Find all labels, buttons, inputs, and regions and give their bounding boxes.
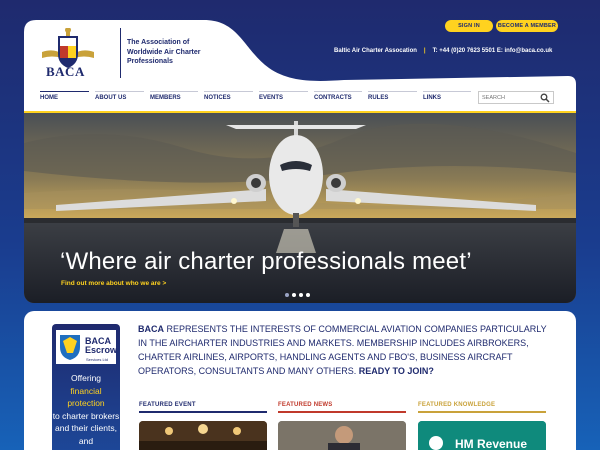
escrow-subtitle: Services Ltd: [86, 357, 109, 362]
featured-news-heading: FEATURED NEWS: [278, 402, 333, 408]
email-link[interactable]: E: info@baca.co.uk: [497, 48, 553, 54]
intro-text: BACA represents the interests of commerc…: [138, 322, 548, 378]
org-name: Baltic Air Charter Assocation: [334, 48, 417, 54]
event-hall-image: [139, 421, 267, 450]
nav-item-rules[interactable]: RULES: [368, 91, 417, 105]
slide-dot[interactable]: [306, 293, 310, 297]
featured-event-rule: [139, 411, 267, 413]
separator: |: [423, 48, 426, 54]
intro-body: represents the interests of commercial a…: [138, 324, 547, 376]
escrow-logo: BACA Escrow Services Ltd: [56, 330, 118, 364]
featured-news-image[interactable]: [278, 421, 406, 450]
escrow-promo-card[interactable]: BACA Escrow Services Ltd Offering financ…: [52, 324, 120, 450]
slide-indicators: [285, 293, 310, 297]
featured-knowledge-heading: FEATURED KNOWLEDGE: [418, 402, 496, 408]
escrow-text-highlight: financial protection: [67, 385, 105, 409]
hero-banner: ‘Where air charter professionals meet’ F…: [24, 111, 576, 303]
contact-info: Baltic Air Charter Assocation | T: +44 (0)…: [334, 48, 552, 54]
hero-about-link[interactable]: Find out more about who we are >: [61, 280, 166, 287]
logo-wordmark: BACA: [46, 64, 85, 79]
intro-lead: BACA: [138, 324, 164, 334]
nav-item-members[interactable]: MEMBERS: [150, 91, 198, 105]
shield-icon: [60, 335, 80, 360]
nav-item-contracts[interactable]: CONTRACTS: [314, 91, 362, 105]
logo-divider: [120, 28, 121, 78]
search-icon[interactable]: [540, 93, 550, 103]
escrow-name: BACA Escrow: [85, 336, 118, 355]
escrow-description: Offering financial protection to charter…: [52, 372, 120, 447]
nav-item-home[interactable]: HOME: [40, 91, 89, 105]
search-box: [478, 91, 554, 104]
search-input[interactable]: [479, 94, 539, 101]
nav-item-notices[interactable]: NOTICES: [204, 91, 253, 105]
featured-knowledge-rule: [418, 411, 546, 413]
phone-number: T: +44 (0)20 7623 5501: [432, 48, 496, 54]
nav-item-links[interactable]: LINKS: [423, 91, 471, 105]
nav-item-about[interactable]: ABOUT US: [95, 91, 144, 105]
slide-dot[interactable]: [285, 293, 289, 297]
become-member-button[interactable]: BECOME A MEMBER: [496, 20, 558, 32]
escrow-text-post: to charter brokers and their clients, an…: [52, 410, 120, 446]
featured-event-heading: FEATURED EVENT: [139, 402, 196, 408]
escrow-text-pre: Offering: [70, 373, 102, 383]
tagline: The Association of Worldwide Air Charter…: [127, 39, 201, 65]
ready-to-join-link[interactable]: Ready to join?: [359, 366, 434, 376]
featured-news-rule: [278, 411, 406, 413]
main-nav: HOME ABOUT US MEMBERS NOTICES EVENTS CON…: [40, 91, 477, 105]
hero-title: ‘Where air charter professionals meet’: [60, 248, 472, 275]
slide-dot[interactable]: [292, 293, 296, 297]
sign-in-button[interactable]: SIGN IN: [445, 20, 493, 32]
hmrc-label: HM Revenue: [455, 437, 528, 450]
slide-dot[interactable]: [299, 293, 303, 297]
nav-item-events[interactable]: EVENTS: [259, 91, 308, 105]
news-person-image: [278, 421, 406, 450]
featured-event-image[interactable]: [139, 421, 267, 450]
